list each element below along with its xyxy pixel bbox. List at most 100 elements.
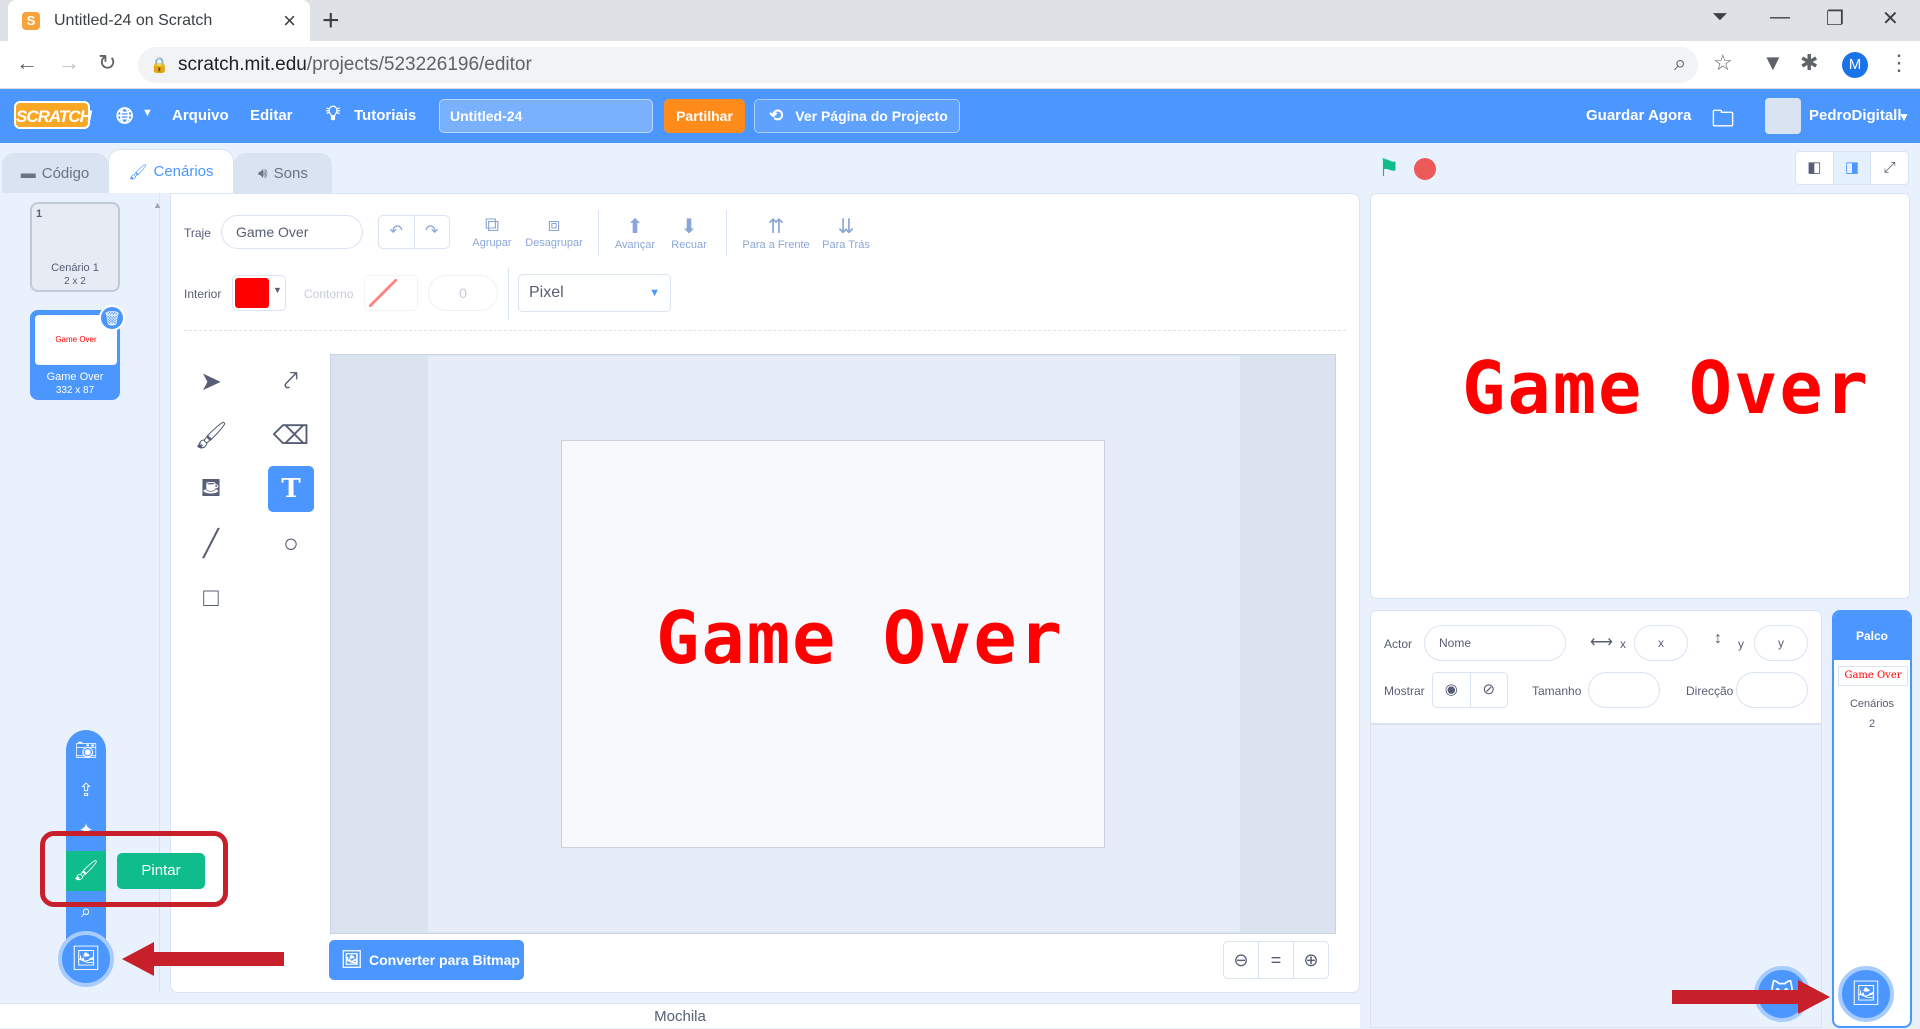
browser-menu-icon[interactable]: ⋮	[1888, 50, 1910, 76]
extension-filter-icon[interactable]: ▼	[1762, 50, 1784, 76]
direction-input[interactable]	[1736, 672, 1808, 708]
tab-code[interactable]: ▬ Código	[2, 153, 108, 193]
stage-selector[interactable]: Palco Game Over Cenários 2	[1832, 610, 1912, 1028]
costume-size: 2 x 2	[64, 276, 86, 287]
sprite-name-input[interactable]: Nome	[1424, 625, 1566, 661]
y-input[interactable]: y	[1754, 625, 1808, 661]
brush-mode-value: Pixel	[529, 284, 564, 301]
small-stage-icon[interactable]: ◧	[1796, 152, 1834, 184]
lock-icon[interactable]: 🔒	[150, 56, 169, 74]
front-button[interactable]: ⇈ Para a Frente	[738, 214, 814, 251]
back-icon[interactable]: ←	[16, 50, 38, 76]
backpack-bar[interactable]: Mochila	[0, 1003, 1360, 1028]
fill-bucket-tool-icon[interactable]: ⛾	[188, 466, 234, 512]
stage-text: Game Over	[1462, 346, 1871, 430]
stage-thumbnail: Game Over	[1838, 666, 1908, 686]
zoom-in-icon[interactable]: ⊕	[1293, 941, 1329, 979]
backdrops-count: 2	[1868, 718, 1876, 730]
green-flag-icon[interactable]: ⚑	[1378, 154, 1400, 183]
back-button[interactable]: ⇊ Para Trás	[818, 214, 874, 251]
costume-name-input[interactable]: Game Over	[221, 215, 363, 249]
save-now-button[interactable]: Guardar Agora	[1586, 107, 1691, 124]
rectangle-tool-icon[interactable]: □	[188, 574, 234, 620]
undo-icon[interactable]: ↶	[379, 216, 415, 248]
zoom-out-icon[interactable]: ⊖	[1223, 941, 1259, 979]
forward-icon[interactable]: →	[58, 50, 80, 76]
bookmark-star-icon[interactable]: ☆	[1713, 50, 1733, 76]
brush-mode-select[interactable]: Pixel ▼	[518, 274, 671, 312]
forward-button[interactable]: ⬆ Avançar	[612, 214, 658, 251]
divider	[726, 210, 727, 256]
front-label: Para a Frente	[742, 239, 810, 251]
language-caret-icon[interactable]: ▼	[142, 107, 153, 119]
tab-costumes[interactable]: 🖌︎ Cenários	[108, 149, 234, 193]
outline-swatch	[369, 279, 397, 307]
reshape-tool-icon[interactable]: ⤤	[268, 358, 314, 404]
my-stuff-folder-icon[interactable]: 🗀	[1712, 102, 1734, 140]
minimize-icon[interactable]: —	[1770, 6, 1790, 29]
maximize-icon[interactable]: ❐	[1826, 6, 1844, 31]
canvas-text[interactable]: Game Over	[656, 596, 1064, 680]
costume-item-1[interactable]: 1 Cenário 1 2 x 2	[30, 202, 120, 292]
zoom-icon[interactable]: ⌕	[1674, 50, 1686, 76]
zoom-reset-button[interactable]: =	[1258, 941, 1294, 979]
hide-eye-icon[interactable]: ⊘	[1471, 673, 1508, 707]
line-tool-icon[interactable]: ╱	[188, 520, 234, 566]
redo-icon[interactable]: ↷	[415, 216, 450, 248]
tutorials-menu[interactable]: Tutoriais	[354, 107, 416, 124]
edit-menu[interactable]: Editar	[250, 107, 293, 124]
group-button[interactable]: ⧉ Agrupar	[468, 214, 516, 249]
large-stage-icon[interactable]: ◨	[1833, 152, 1872, 184]
account-caret-icon[interactable]: ▼	[1898, 110, 1910, 124]
language-globe-icon[interactable]: 🌐︎	[116, 103, 134, 129]
extensions-puzzle-icon[interactable]: ✱	[1800, 50, 1818, 76]
brush-tool-icon[interactable]: 🖌︎	[188, 412, 234, 458]
select-tool-icon[interactable]: ➤	[188, 358, 234, 404]
project-title-input[interactable]: Untitled-24	[439, 99, 653, 133]
close-tab-icon[interactable]: ×	[283, 8, 296, 34]
see-project-page-button[interactable]: ⟲ Ver Página do Projecto	[754, 99, 960, 133]
browser-tab[interactable]: S Untitled-24 on Scratch ×	[8, 0, 310, 41]
choose-backdrop-button[interactable]: 🖼︎	[1838, 966, 1894, 1022]
file-menu[interactable]: Arquivo	[172, 107, 229, 124]
actor-label: Actor	[1384, 637, 1413, 651]
fullscreen-icon[interactable]: ⤢	[1871, 152, 1908, 184]
close-window-icon[interactable]: ✕	[1882, 6, 1899, 31]
tab-sounds[interactable]: 🔊︎ Sons	[234, 153, 332, 193]
x-label: x	[1620, 637, 1626, 651]
text-tool-icon[interactable]: T	[268, 466, 314, 512]
show-eye-icon[interactable]: ◉	[1433, 673, 1471, 707]
username-menu[interactable]: PedroDigitall	[1809, 107, 1902, 124]
new-tab-icon[interactable]: +	[322, 4, 340, 38]
outline-color-picker[interactable]	[364, 275, 418, 311]
profile-avatar[interactable]: M	[1842, 52, 1868, 78]
size-input[interactable]	[1588, 672, 1660, 708]
backward-layer-icon: ⬇	[680, 216, 698, 238]
costume-name: Game Over	[46, 371, 104, 383]
eraser-tool-icon[interactable]: ⌫	[268, 412, 314, 458]
convert-to-bitmap-button[interactable]: 🖼︎ Converter para Bitmap	[329, 940, 524, 980]
scratch-logo[interactable]: SCRATCH	[14, 101, 92, 129]
camera-icon[interactable]: 📷︎	[66, 730, 106, 770]
delete-costume-trash-icon[interactable]: 🗑︎	[99, 305, 125, 331]
url-field[interactable]: scratch.mit.edu /projects/523226196/edit…	[138, 47, 1698, 83]
backward-button[interactable]: ⬇ Recuar	[666, 214, 712, 251]
fill-color-picker[interactable]: ▼	[232, 275, 286, 311]
divider	[598, 210, 599, 256]
choose-costume-button[interactable]: 🖼︎	[58, 931, 114, 987]
share-button[interactable]: Partilhar	[664, 99, 745, 133]
direction-label: Direcção	[1686, 684, 1734, 698]
x-input[interactable]: x	[1634, 625, 1688, 661]
circle-tool-icon[interactable]: ○	[268, 520, 314, 566]
scroll-up-icon[interactable]: ▲	[153, 200, 162, 210]
y-label: y	[1738, 637, 1744, 651]
upload-icon[interactable]: ⇪	[66, 770, 106, 810]
back-label: Para Trás	[822, 239, 870, 251]
reload-icon[interactable]: ↻	[98, 50, 116, 76]
tab-search-icon[interactable]: ⏷	[1712, 6, 1728, 29]
user-avatar[interactable]	[1765, 98, 1801, 134]
stop-icon[interactable]	[1414, 158, 1436, 180]
lightbulb-icon: 💡︎	[326, 103, 340, 125]
ungroup-button[interactable]: ⧈ Desagrupar	[522, 214, 586, 249]
outline-width-input[interactable]: 0	[428, 275, 498, 311]
